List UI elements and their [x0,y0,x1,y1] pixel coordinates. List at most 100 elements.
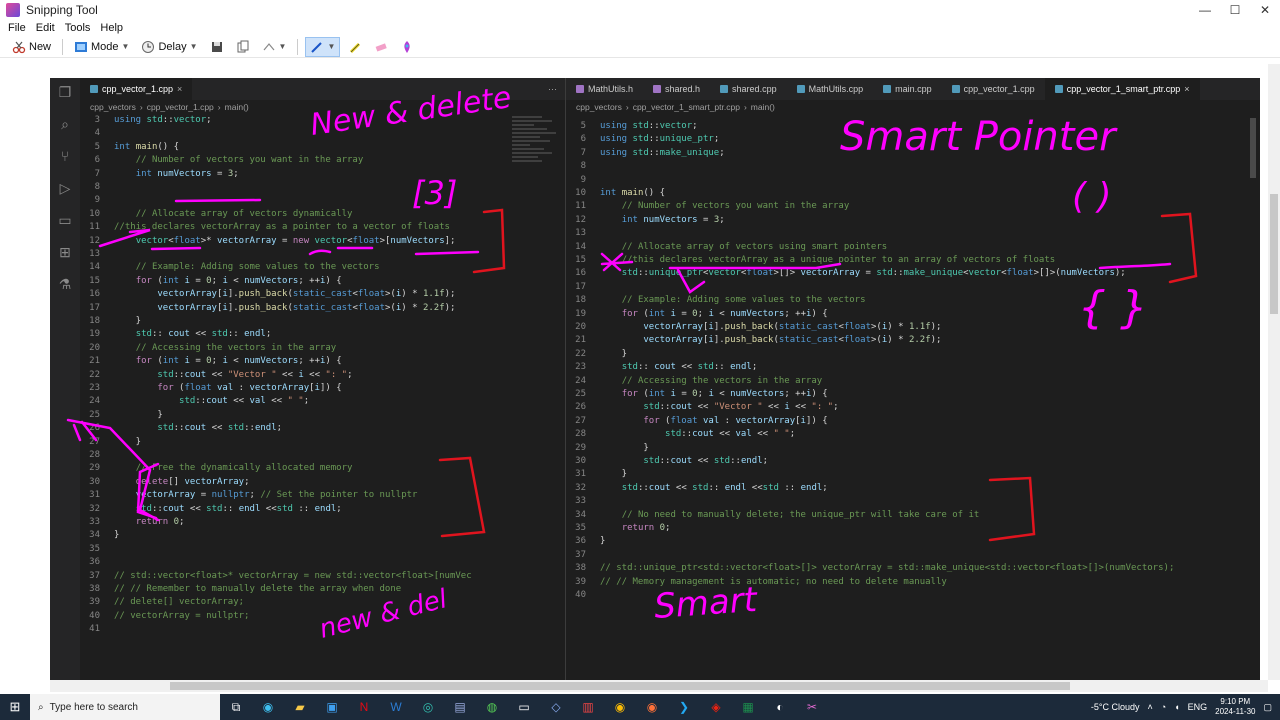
mode-button[interactable]: Mode ▼ [70,37,133,57]
code-line[interactable]: 34} [80,529,119,542]
tab-shared-h[interactable]: shared.h [643,78,710,100]
code-line[interactable]: 37 [566,549,600,562]
code-line[interactable]: 16 std::unique_ptr<vector<float>[]> vect… [566,267,1126,280]
scrollbar-thumb[interactable] [170,682,1070,690]
menu-edit[interactable]: Edit [36,22,55,34]
code-line[interactable]: 11 // Number of vectors you want in the … [566,200,849,213]
send-button[interactable]: ▼ [258,37,291,57]
explorer-icon[interactable]: ❐ [57,84,73,100]
code-line[interactable]: 9 [80,194,114,207]
code-line[interactable]: 27 } [80,436,141,449]
extensions-icon[interactable]: ⊞ [57,244,73,260]
tab-mathutils-h[interactable]: MathUtils.h [566,78,643,100]
code-line[interactable]: 38 // std::unique_ptr<std::vector<float>[… [566,562,1174,575]
code-line[interactable]: 29 // Free the dynamically allocated mem… [80,462,352,475]
search-icon[interactable]: ⌕ [57,116,73,132]
tab-main-cpp[interactable]: main.cpp [873,78,942,100]
breadcrumb-item[interactable]: cpp_vectors [90,102,136,112]
code-line[interactable]: 38 // // Remember to manually delete the … [80,583,401,596]
code-line[interactable]: 28 [80,449,114,462]
code-line[interactable]: 31 vectorArray = nullptr; // Set the poi… [80,489,417,502]
code-line[interactable]: 5 int main() { [80,141,179,154]
network-icon[interactable]: ◔ [1161,702,1166,712]
code-line[interactable]: 8 [80,181,114,194]
code-line[interactable]: 31 } [566,468,627,481]
task-view-icon[interactable]: ⧉ [220,694,252,720]
left-code-area[interactable]: 3 using std::vector; 4 5 int main() {6 // Nu… [80,114,550,674]
breadcrumb-item[interactable]: cpp_vector_1_smart_ptr.cpp [633,102,740,112]
weather-text[interactable]: -5°C Cloudy [1091,702,1140,712]
code-line[interactable]: 12 int numVectors = 3; [566,214,725,227]
code-line[interactable]: 7 using std::make_unique; [566,147,725,160]
snipping-tool-taskbar-icon[interactable]: ✂ [796,694,828,720]
code-line[interactable]: 3 using std::vector; [80,114,212,127]
windows-start-icon[interactable]: ⊞ [0,694,30,720]
code-line[interactable]: 36 [80,556,114,569]
code-line[interactable]: 14 // Allocate array of vectors using sm… [566,241,887,254]
obs-icon[interactable]: ◐ [764,694,796,720]
taskbar-search-input[interactable]: ⌕ Type here to search [30,694,220,720]
edge-icon[interactable]: ◎ [412,694,444,720]
more-actions-icon[interactable]: ··· [548,84,557,94]
app-icon[interactable]: ◇ [540,694,572,720]
file-explorer-icon[interactable]: ▰ [284,694,316,720]
code-line[interactable]: 26 std::cout << "Vector " << i << ": "; [566,401,838,414]
firefox-icon[interactable]: ◉ [636,694,668,720]
chrome-icon[interactable]: ◉ [604,694,636,720]
netflix-icon[interactable]: N [348,694,380,720]
xbox-icon[interactable]: ◍ [476,694,508,720]
vertical-scrollbar[interactable] [1268,64,1280,680]
delay-button[interactable]: Delay ▼ [137,37,201,57]
code-line[interactable]: 28 std::cout << val << " "; [566,428,795,441]
save-button[interactable] [206,37,228,57]
code-line[interactable]: 23 std:: cout << std:: endl; [566,361,757,374]
code-line[interactable]: 33 [566,495,600,508]
pdf-icon[interactable]: ▥ [572,694,604,720]
code-line[interactable]: 33 return 0; [80,516,184,529]
code-line[interactable]: 22 std::cout << "Vector " << i << ": "; [80,369,352,382]
paint3d-button[interactable] [396,37,418,57]
code-line[interactable]: 27 for (float val : vectorArray[i]) { [566,415,828,428]
acrobat-icon[interactable]: ◈ [700,694,732,720]
code-line[interactable]: 18 // Example: Adding some values to the… [566,294,865,307]
highlighter-button[interactable] [344,37,366,57]
tab-shared-cpp[interactable]: shared.cpp [710,78,787,100]
code-line[interactable]: 32 std::cout << std:: endl <<std :: endl… [566,482,828,495]
code-line[interactable]: 11 //this declares vectorArray as a point… [80,221,450,234]
close-button[interactable]: ✕ [1250,0,1280,20]
word-icon[interactable]: W [380,694,412,720]
close-icon[interactable]: × [177,84,182,94]
tab-cpp-vector-1-smart-ptr-cpp[interactable]: cpp_vector_1_smart_ptr.cpp × [1044,78,1200,100]
code-line[interactable]: 15 //this declares vectorArray as a uniq… [566,254,1055,267]
code-line[interactable]: 41 [80,623,114,636]
tab-cpp-vector-1[interactable]: cpp_vector_1.cpp × [80,78,193,100]
breadcrumb-item[interactable]: main() [225,102,249,112]
menu-help[interactable]: Help [100,22,123,34]
code-line[interactable]: 7 int numVectors = 3; [80,168,239,181]
code-line[interactable]: 35 [80,543,114,556]
breadcrumb-item[interactable]: cpp_vectors [576,102,622,112]
maximize-button[interactable]: ☐ [1220,0,1250,20]
code-line[interactable]: 23 for (float val : vectorArray[i]) { [80,382,342,395]
remote-icon[interactable]: ▭ [57,212,73,228]
code-line[interactable]: 14 // Example: Adding some values to the… [80,261,379,274]
tab-cpp-vector-1-cpp[interactable]: cpp_vector_1.cpp [942,78,1045,100]
code-line[interactable]: 9 [566,174,600,187]
right-code-area[interactable]: 5 using std::vector; 6 using std::unique_pt… [566,120,1246,675]
code-line[interactable]: 39 // delete[] vectorArray; [80,596,244,609]
run-debug-icon[interactable]: ▷ [57,180,73,196]
browser-icon[interactable]: ◉ [252,694,284,720]
source-control-icon[interactable]: ⑂ [57,148,73,164]
code-line[interactable]: 6 using std::unique_ptr; [566,133,720,146]
notification-icon[interactable]: ▢ [1263,702,1272,713]
code-line[interactable]: 30 delete[] vectorArray; [80,476,249,489]
code-line[interactable]: 10 int main() { [566,187,665,200]
code-line[interactable]: 40 [566,589,600,602]
breadcrumb-item[interactable]: cpp_vector_1.cpp [147,102,214,112]
code-line[interactable]: 36} [566,535,605,548]
code-line[interactable]: 21 vectorArray[i].push_back(static_cast<… [566,334,941,347]
code-line[interactable]: 19 for (int i = 0; i < numVectors; ++i) … [566,308,828,321]
code-line[interactable]: 34 // No need to manually delete; the un… [566,509,979,522]
editor-scrollbar[interactable] [1248,114,1260,674]
new-snip-button[interactable]: New [8,37,55,57]
